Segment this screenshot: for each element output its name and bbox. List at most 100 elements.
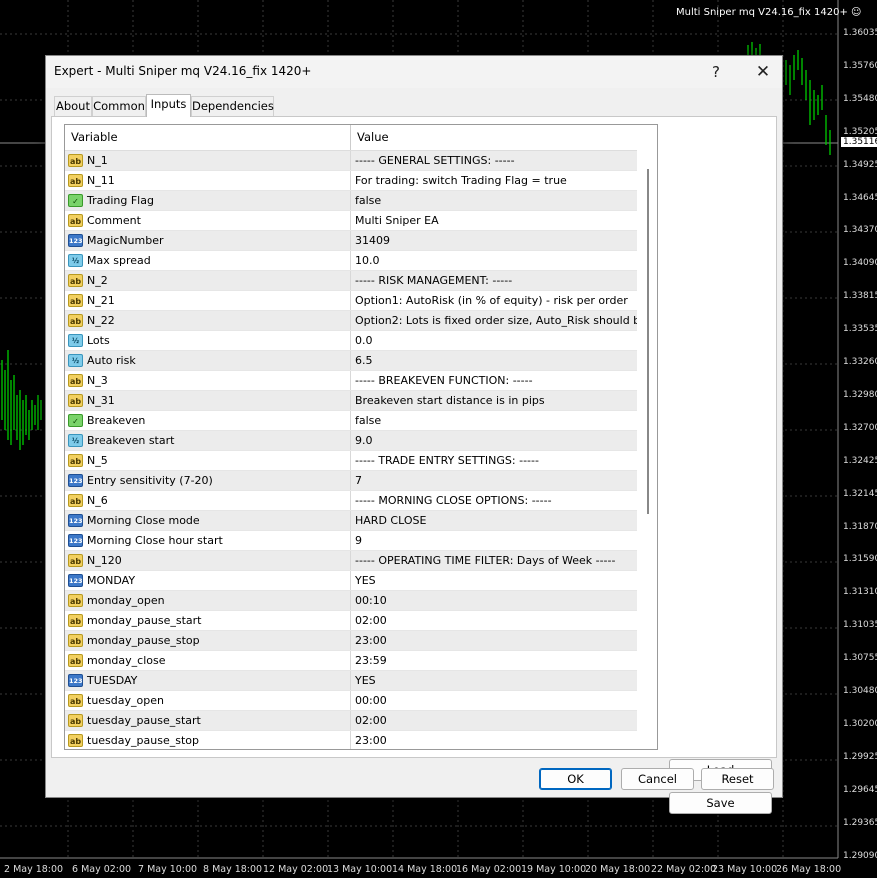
input-row[interactable]: ab monday_pause_stop 23:00 [65, 631, 637, 651]
input-row[interactable]: ab N_1 ----- GENERAL SETTINGS: ----- [65, 151, 637, 171]
value-cell[interactable]: 31409 [351, 231, 637, 250]
grid-header: Variable Value [65, 125, 637, 151]
value-cell[interactable]: 10.0 [351, 251, 637, 270]
value-cell[interactable]: 00:10 [351, 591, 637, 610]
input-row[interactable]: ab N_3 ----- BREAKEVEN FUNCTION: ----- [65, 371, 637, 391]
input-row[interactable]: ✓ Breakeven false [65, 411, 637, 431]
value-cell[interactable]: Multi Sniper EA [351, 211, 637, 230]
value-cell[interactable]: YES [351, 571, 637, 590]
input-row[interactable]: ab Comment Multi Sniper EA [65, 211, 637, 231]
vertical-scrollbar[interactable] [638, 151, 657, 749]
price-tick-label: 1.32700 [843, 422, 877, 433]
value-cell[interactable]: ----- GENERAL SETTINGS: ----- [351, 151, 637, 170]
value-cell[interactable]: 00:00 [351, 691, 637, 710]
input-row[interactable]: 123 MONDAY YES [65, 571, 637, 591]
close-button[interactable]: ✕ [743, 59, 783, 85]
tab-common[interactable]: Common [92, 96, 146, 116]
value-cell[interactable]: 23:00 [351, 731, 637, 749]
input-row[interactable]: ab N_2 ----- RISK MANAGEMENT: ----- [65, 271, 637, 291]
input-row[interactable]: ½ Max spread 10.0 [65, 251, 637, 271]
input-row[interactable]: ab N_31 Breakeven start distance is in pip… [65, 391, 637, 411]
value-cell[interactable]: HARD CLOSE [351, 511, 637, 530]
input-row[interactable]: ab N_120 ----- OPERATING TIME FILTER: Days… [65, 551, 637, 571]
integer-type-icon: 123 [68, 514, 83, 527]
column-header-value[interactable]: Value [351, 125, 637, 150]
string-type-icon: ab [68, 714, 83, 727]
input-row[interactable]: 123 Morning Close mode HARD CLOSE [65, 511, 637, 531]
scrollbar-thumb[interactable] [647, 169, 649, 514]
value-cell[interactable]: false [351, 411, 637, 430]
value-cell[interactable]: ----- OPERATING TIME FILTER: Days of Wee… [351, 551, 637, 570]
reset-button[interactable]: Reset [701, 768, 774, 790]
value-cell[interactable]: 7 [351, 471, 637, 490]
variable-cell: ab Comment [65, 211, 351, 230]
value-cell[interactable]: 02:00 [351, 711, 637, 730]
input-row[interactable]: ab N_22 Option2: Lots is fixed order size,… [65, 311, 637, 331]
boolean-type-icon: ✓ [68, 194, 83, 207]
input-row[interactable]: ab monday_pause_start 02:00 [65, 611, 637, 631]
time-tick-label: 6 May 02:00 [72, 864, 132, 875]
price-tick-label: 1.31310 [843, 587, 877, 598]
inputs-panel: Variable Value ab N_1 ----- GENERAL SETTIN… [51, 116, 777, 814]
variable-cell: 123 Morning Close hour start [65, 531, 351, 550]
ok-button[interactable]: OK [539, 768, 612, 790]
save-button[interactable]: Save [669, 792, 772, 814]
time-tick-label: 7 May 10:00 [138, 864, 198, 875]
input-row[interactable]: 123 MagicNumber 31409 [65, 231, 637, 251]
value-cell[interactable]: For trading: switch Trading Flag = true [351, 171, 637, 190]
value-cell[interactable]: 0.0 [351, 331, 637, 350]
value-cell[interactable]: Breakeven start distance is in pips [351, 391, 637, 410]
inputs-grid[interactable]: Variable Value ab N_1 ----- GENERAL SETTIN… [64, 124, 658, 750]
tab-inputs[interactable]: Inputs [146, 94, 191, 117]
variable-name: monday_pause_start [87, 614, 202, 627]
input-row[interactable]: ½ Auto risk 6.5 [65, 351, 637, 371]
input-row[interactable]: ab tuesday_pause_stop 23:00 [65, 731, 637, 749]
value-cell[interactable]: ----- RISK MANAGEMENT: ----- [351, 271, 637, 290]
input-row[interactable]: ab N_5 ----- TRADE ENTRY SETTINGS: ----- [65, 451, 637, 471]
value-cell[interactable]: 9 [351, 531, 637, 550]
column-header-variable[interactable]: Variable [65, 125, 351, 150]
input-row[interactable]: ab tuesday_open 00:00 [65, 691, 637, 711]
price-tick-label: 1.30755 [843, 653, 877, 664]
variable-cell: ab tuesday_open [65, 691, 351, 710]
integer-type-icon: 123 [68, 534, 83, 547]
time-tick-label: 16 May 02:00 [456, 864, 522, 875]
input-row[interactable]: 123 TUESDAY YES [65, 671, 637, 691]
input-row[interactable]: 123 Entry sensitivity (7-20) 7 [65, 471, 637, 491]
value-cell[interactable]: 02:00 [351, 611, 637, 630]
variable-cell: ab monday_pause_stop [65, 631, 351, 650]
string-type-icon: ab [68, 594, 83, 607]
value-cell[interactable]: Option2: Lots is fixed order size, Auto_… [351, 311, 637, 330]
variable-name: tuesday_pause_stop [87, 734, 199, 747]
double-type-icon: ½ [68, 334, 83, 347]
input-row[interactable]: ab N_11 For trading: switch Trading Flag =… [65, 171, 637, 191]
string-type-icon: ab [68, 274, 83, 287]
value-cell[interactable]: YES [351, 671, 637, 690]
input-row[interactable]: ab tuesday_pause_start 02:00 [65, 711, 637, 731]
tab-dependencies[interactable]: Dependencies [191, 96, 274, 116]
input-row[interactable]: ab monday_close 23:59 [65, 651, 637, 671]
input-row[interactable]: 123 Morning Close hour start 9 [65, 531, 637, 551]
price-tick-label: 1.30200 [843, 718, 877, 729]
input-row[interactable]: ab monday_open 00:10 [65, 591, 637, 611]
input-row[interactable]: ab N_6 ----- MORNING CLOSE OPTIONS: ----- [65, 491, 637, 511]
value-cell[interactable]: Option1: AutoRisk (in % of equity) - ris… [351, 291, 637, 310]
dialog-titlebar[interactable]: Expert - Multi Sniper mq V24.16_fix 1420… [46, 56, 782, 88]
value-cell[interactable]: ----- BREAKEVEN FUNCTION: ----- [351, 371, 637, 390]
value-cell[interactable]: ----- TRADE ENTRY SETTINGS: ----- [351, 451, 637, 470]
value-cell[interactable]: 23:00 [351, 631, 637, 650]
value-cell[interactable]: 9.0 [351, 431, 637, 450]
value-cell[interactable]: ----- MORNING CLOSE OPTIONS: ----- [351, 491, 637, 510]
help-button[interactable]: ? [696, 59, 736, 85]
input-row[interactable]: ½ Breakeven start 9.0 [65, 431, 637, 451]
value-cell[interactable]: false [351, 191, 637, 210]
grid-rows: ab N_1 ----- GENERAL SETTINGS: ----- ab N_11… [65, 151, 637, 749]
tab-about[interactable]: About [54, 96, 92, 116]
value-cell[interactable]: 23:59 [351, 651, 637, 670]
cancel-button[interactable]: Cancel [621, 768, 694, 790]
value-cell[interactable]: 6.5 [351, 351, 637, 370]
input-row[interactable]: ½ Lots 0.0 [65, 331, 637, 351]
input-row[interactable]: ✓ Trading Flag false [65, 191, 637, 211]
variable-cell: ½ Auto risk [65, 351, 351, 370]
input-row[interactable]: ab N_21 Option1: AutoRisk (in % of equity)… [65, 291, 637, 311]
